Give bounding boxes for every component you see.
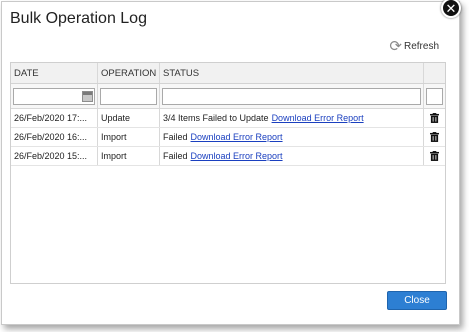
column-header-actions	[424, 63, 445, 83]
dialog-title: Bulk Operation Log	[10, 10, 147, 27]
download-error-report-link[interactable]: Download Error Report	[191, 132, 283, 142]
row-operation: Update	[98, 109, 160, 127]
row-date: 26/Feb/2020 16:...	[11, 128, 98, 146]
row-date: 26/Feb/2020 17:...	[11, 109, 98, 127]
column-header-date[interactable]: DATE	[11, 63, 98, 83]
trash-icon[interactable]	[430, 151, 439, 161]
refresh-icon: ⟳	[389, 37, 402, 55]
row-status: Failed Download Error Report	[160, 128, 424, 146]
calendar-icon[interactable]	[82, 90, 93, 102]
row-status-text: 3/4 Items Failed to Update	[163, 113, 269, 123]
row-status: 3/4 Items Failed to Update Download Erro…	[160, 109, 424, 127]
grid-header-row: DATE OPERATION STATUS	[11, 63, 445, 84]
trash-icon[interactable]	[430, 113, 439, 123]
close-button[interactable]: Close	[387, 291, 447, 310]
row-status-text: Failed	[163, 151, 188, 161]
table-row: 26/Feb/2020 17:... Update 3/4 Items Fail…	[11, 109, 445, 128]
download-error-report-link[interactable]: Download Error Report	[191, 151, 283, 161]
column-header-operation[interactable]: OPERATION	[98, 63, 160, 83]
table-row: 26/Feb/2020 15:... Import Failed Downloa…	[11, 147, 445, 166]
date-filter-cell	[11, 84, 98, 108]
download-error-report-link[interactable]: Download Error Report	[272, 113, 364, 123]
bulk-operation-log-dialog: Bulk Operation Log ⟳ Refresh DATE OPERAT…	[1, 1, 460, 325]
row-actions	[424, 147, 445, 165]
row-status-text: Failed	[163, 132, 188, 142]
status-filter-cell	[160, 84, 424, 108]
refresh-button[interactable]: ⟳ Refresh	[389, 39, 439, 54]
row-operation: Import	[98, 147, 160, 165]
table-row: 26/Feb/2020 16:... Import Failed Downloa…	[11, 128, 445, 147]
actions-filter-input[interactable]	[426, 87, 443, 105]
date-filter	[13, 87, 95, 105]
row-date: 26/Feb/2020 15:...	[11, 147, 98, 165]
operation-filter-cell	[98, 84, 160, 108]
trash-icon[interactable]	[430, 132, 439, 142]
row-status: Failed Download Error Report	[160, 147, 424, 165]
row-actions	[424, 128, 445, 146]
row-actions	[424, 109, 445, 127]
actions-filter-cell	[424, 84, 445, 108]
status-filter-input[interactable]	[162, 87, 421, 105]
log-grid: DATE OPERATION STATUS 26/Feb/2020 17:...…	[10, 62, 446, 284]
grid-filter-row	[11, 84, 445, 109]
column-header-status[interactable]: STATUS	[160, 63, 424, 83]
refresh-label: Refresh	[403, 41, 439, 52]
row-operation: Import	[98, 128, 160, 146]
operation-filter-input[interactable]	[100, 87, 157, 105]
